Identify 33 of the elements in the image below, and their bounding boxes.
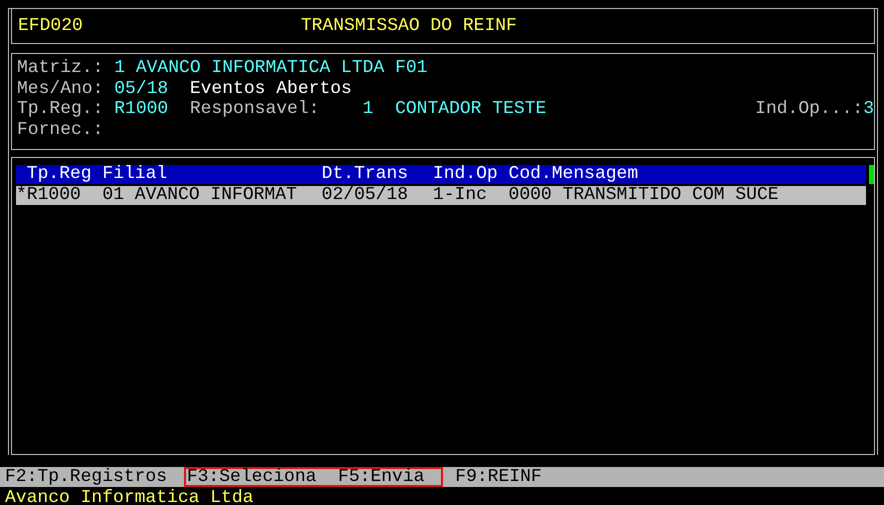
field-label: Responsavel: bbox=[190, 99, 320, 120]
field-label: Ind.Op...: bbox=[755, 99, 864, 120]
column-header: Dt.Trans bbox=[322, 164, 410, 184]
field-label: Matriz.: bbox=[17, 58, 104, 79]
function-key-label[interactable]: F3:Seleciona bbox=[186, 466, 316, 487]
status-text: Avanco Informatica Ltda bbox=[4, 486, 254, 505]
field-value: 3 bbox=[863, 99, 874, 120]
scroll-indicator bbox=[869, 164, 874, 184]
field-label: Fornec.: bbox=[17, 120, 104, 141]
table-cell-text: 02/05/18 bbox=[322, 186, 410, 205]
column-header: Tp.Reg bbox=[26, 164, 93, 184]
function-key-label[interactable]: F2:Tp.Registros bbox=[5, 466, 168, 487]
function-key-label[interactable]: F9:REINF bbox=[455, 466, 542, 487]
field-value: CONTADOR TESTE bbox=[395, 99, 546, 120]
column-header: Cod.Mensagem bbox=[508, 164, 640, 184]
table-cell-text: *R1000 bbox=[16, 186, 82, 205]
field-value: 05/18 bbox=[114, 78, 168, 100]
table-row[interactable]: *R1000 01 AVANCO INFORMAT 02/05/18 1-Inc 0000 TRANSMITIDO COM SUCE bbox=[16, 186, 866, 205]
table-cell-text: 1-Inc bbox=[432, 186, 488, 205]
function-key-label[interactable]: F5:Envia bbox=[338, 466, 424, 487]
field-value: 1 bbox=[362, 99, 374, 120]
screen-title: TRANSMISSAO DO REINF bbox=[300, 16, 517, 36]
table-cell-text: 0000 bbox=[508, 186, 553, 205]
field-label: Mes/Ano: bbox=[17, 78, 104, 100]
field-value: 1 AVANCO INFORMATICA LTDA F01 bbox=[114, 58, 428, 79]
field-value: R1000 bbox=[114, 99, 168, 120]
table-cell-text: TRANSMITIDO COM SUCE bbox=[562, 186, 780, 205]
column-header: Filial bbox=[102, 164, 168, 184]
field-value: Eventos Abertos bbox=[190, 78, 352, 100]
table-cell-text: 01 AVANCO INFORMAT bbox=[102, 186, 298, 205]
column-header: Ind.Op bbox=[432, 164, 499, 184]
program-code: EFD020 bbox=[18, 16, 83, 36]
field-label: Tp.Reg.: bbox=[17, 99, 104, 120]
